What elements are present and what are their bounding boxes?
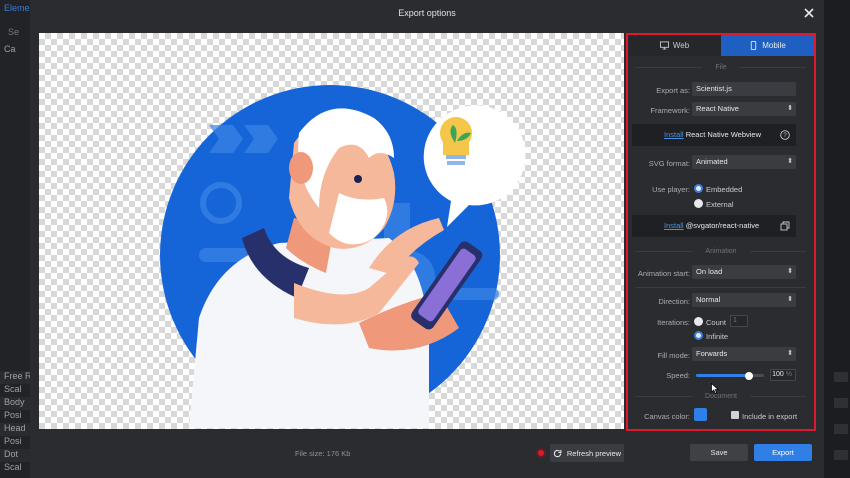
export-as-label: Export as:	[656, 86, 690, 95]
background-row: Free R	[0, 371, 30, 384]
iterations-count-input[interactable]: 1	[730, 315, 748, 327]
include-in-export-checkbox[interactable]	[731, 411, 739, 419]
refresh-preview-button[interactable]: Refresh preview	[550, 444, 624, 462]
refresh-icon	[553, 449, 562, 457]
iterations-label: Iterations:	[657, 318, 690, 327]
iterations-infinite-radio[interactable]	[694, 331, 703, 340]
divider	[740, 67, 806, 68]
speed-label: Speed:	[666, 371, 690, 380]
export-settings-panel: Web Mobile File Export as: Scientist.js …	[626, 33, 816, 431]
tab-mobile[interactable]: Mobile	[721, 35, 814, 56]
divider	[750, 396, 806, 397]
install-webview-text: Install React Native Webview	[664, 124, 761, 146]
player-embedded-label: Embedded	[706, 185, 743, 194]
canvas-color-label: Canvas color:	[644, 412, 690, 421]
svg-text:?: ?	[783, 133, 787, 139]
modal-title: Export options	[398, 8, 456, 18]
include-in-export-label: Include in export	[742, 412, 798, 421]
player-external-radio[interactable]	[694, 199, 703, 208]
svgator-package-name: @svgator/react-native	[685, 221, 760, 230]
tab-web[interactable]: Web	[628, 35, 721, 56]
animation-start-select[interactable]: On load	[692, 265, 796, 279]
save-button[interactable]: Save	[690, 444, 748, 461]
record-icon	[536, 448, 546, 458]
divider	[636, 287, 806, 288]
svg-format-label: SVG format:	[648, 159, 690, 168]
background-row: Posi	[4, 410, 22, 420]
file-size-label: File size: 176 Kb	[295, 449, 351, 458]
tab-web-label: Web	[672, 41, 690, 50]
speed-slider-fill	[696, 374, 750, 377]
install-svgator-link[interactable]: Install	[664, 221, 684, 230]
speed-slider-handle[interactable]	[745, 371, 754, 380]
close-icon[interactable]	[802, 6, 816, 20]
player-embedded-radio[interactable]	[694, 184, 703, 193]
canvas-color-swatch[interactable]	[694, 408, 707, 421]
speed-value: 100	[772, 371, 784, 378]
install-svgator-text: Install @svgator/react-native	[664, 215, 759, 237]
fill-mode-select[interactable]: Forwards	[692, 347, 796, 361]
export-options-modal: Export options Web Mobile File Export as…	[30, 0, 824, 478]
background-row: Body	[0, 397, 30, 410]
modal-footer: File size: 176 Kb Refresh preview Save E…	[30, 436, 824, 478]
use-player-label: Use player:	[652, 185, 690, 194]
background-row: Posi	[4, 436, 22, 446]
background-row: Scal	[4, 384, 22, 394]
player-external-label: External	[706, 200, 734, 209]
refresh-preview-label: Refresh preview	[566, 448, 622, 458]
background-sidebar: Element Se Ca Free R Scal Body Posi Head…	[0, 0, 37, 478]
divider	[750, 251, 806, 252]
background-row: Dot	[0, 449, 30, 462]
background-row: Ca	[4, 44, 16, 54]
animation-start-label: Animation start:	[637, 269, 690, 278]
framework-select[interactable]: React Native	[692, 102, 796, 116]
iterations-infinite-label: Infinite	[706, 332, 729, 341]
direction-select[interactable]: Normal	[692, 293, 796, 307]
help-icon[interactable]: ?	[780, 130, 790, 140]
install-svgator-box: Install @svgator/react-native	[632, 215, 796, 237]
direction-label: Direction:	[658, 297, 690, 306]
background-row: Head	[0, 423, 30, 436]
speed-unit: %	[785, 371, 792, 378]
webview-package-name: React Native Webview	[685, 130, 761, 139]
speed-slider[interactable]	[696, 371, 764, 380]
platform-tabs: Web Mobile	[628, 35, 814, 56]
phone-icon	[751, 41, 757, 50]
modal-header: Export options	[30, 0, 824, 27]
mouse-cursor-icon	[711, 383, 719, 394]
iterations-count-radio[interactable]	[694, 317, 703, 326]
framework-label: Framework:	[650, 106, 690, 115]
export-as-input[interactable]: Scientist.js	[692, 82, 796, 96]
export-button[interactable]: Export	[754, 444, 812, 461]
scientist-illustration	[160, 85, 526, 428]
install-webview-box: Install React Native Webview ?	[632, 124, 796, 146]
background-search: Se	[8, 27, 20, 37]
monitor-icon	[659, 41, 669, 50]
svg-format-select[interactable]: Animated	[692, 155, 796, 169]
copy-icon[interactable]	[780, 221, 790, 231]
animation-preview	[39, 33, 624, 429]
iterations-count-label: Count	[706, 318, 727, 327]
install-webview-link[interactable]: Install	[664, 130, 684, 139]
tab-mobile-label: Mobile	[762, 41, 786, 50]
background-row: Scal	[4, 462, 22, 472]
speed-input[interactable]: 100 %	[770, 369, 796, 381]
fill-mode-label: Fill mode:	[657, 351, 690, 360]
